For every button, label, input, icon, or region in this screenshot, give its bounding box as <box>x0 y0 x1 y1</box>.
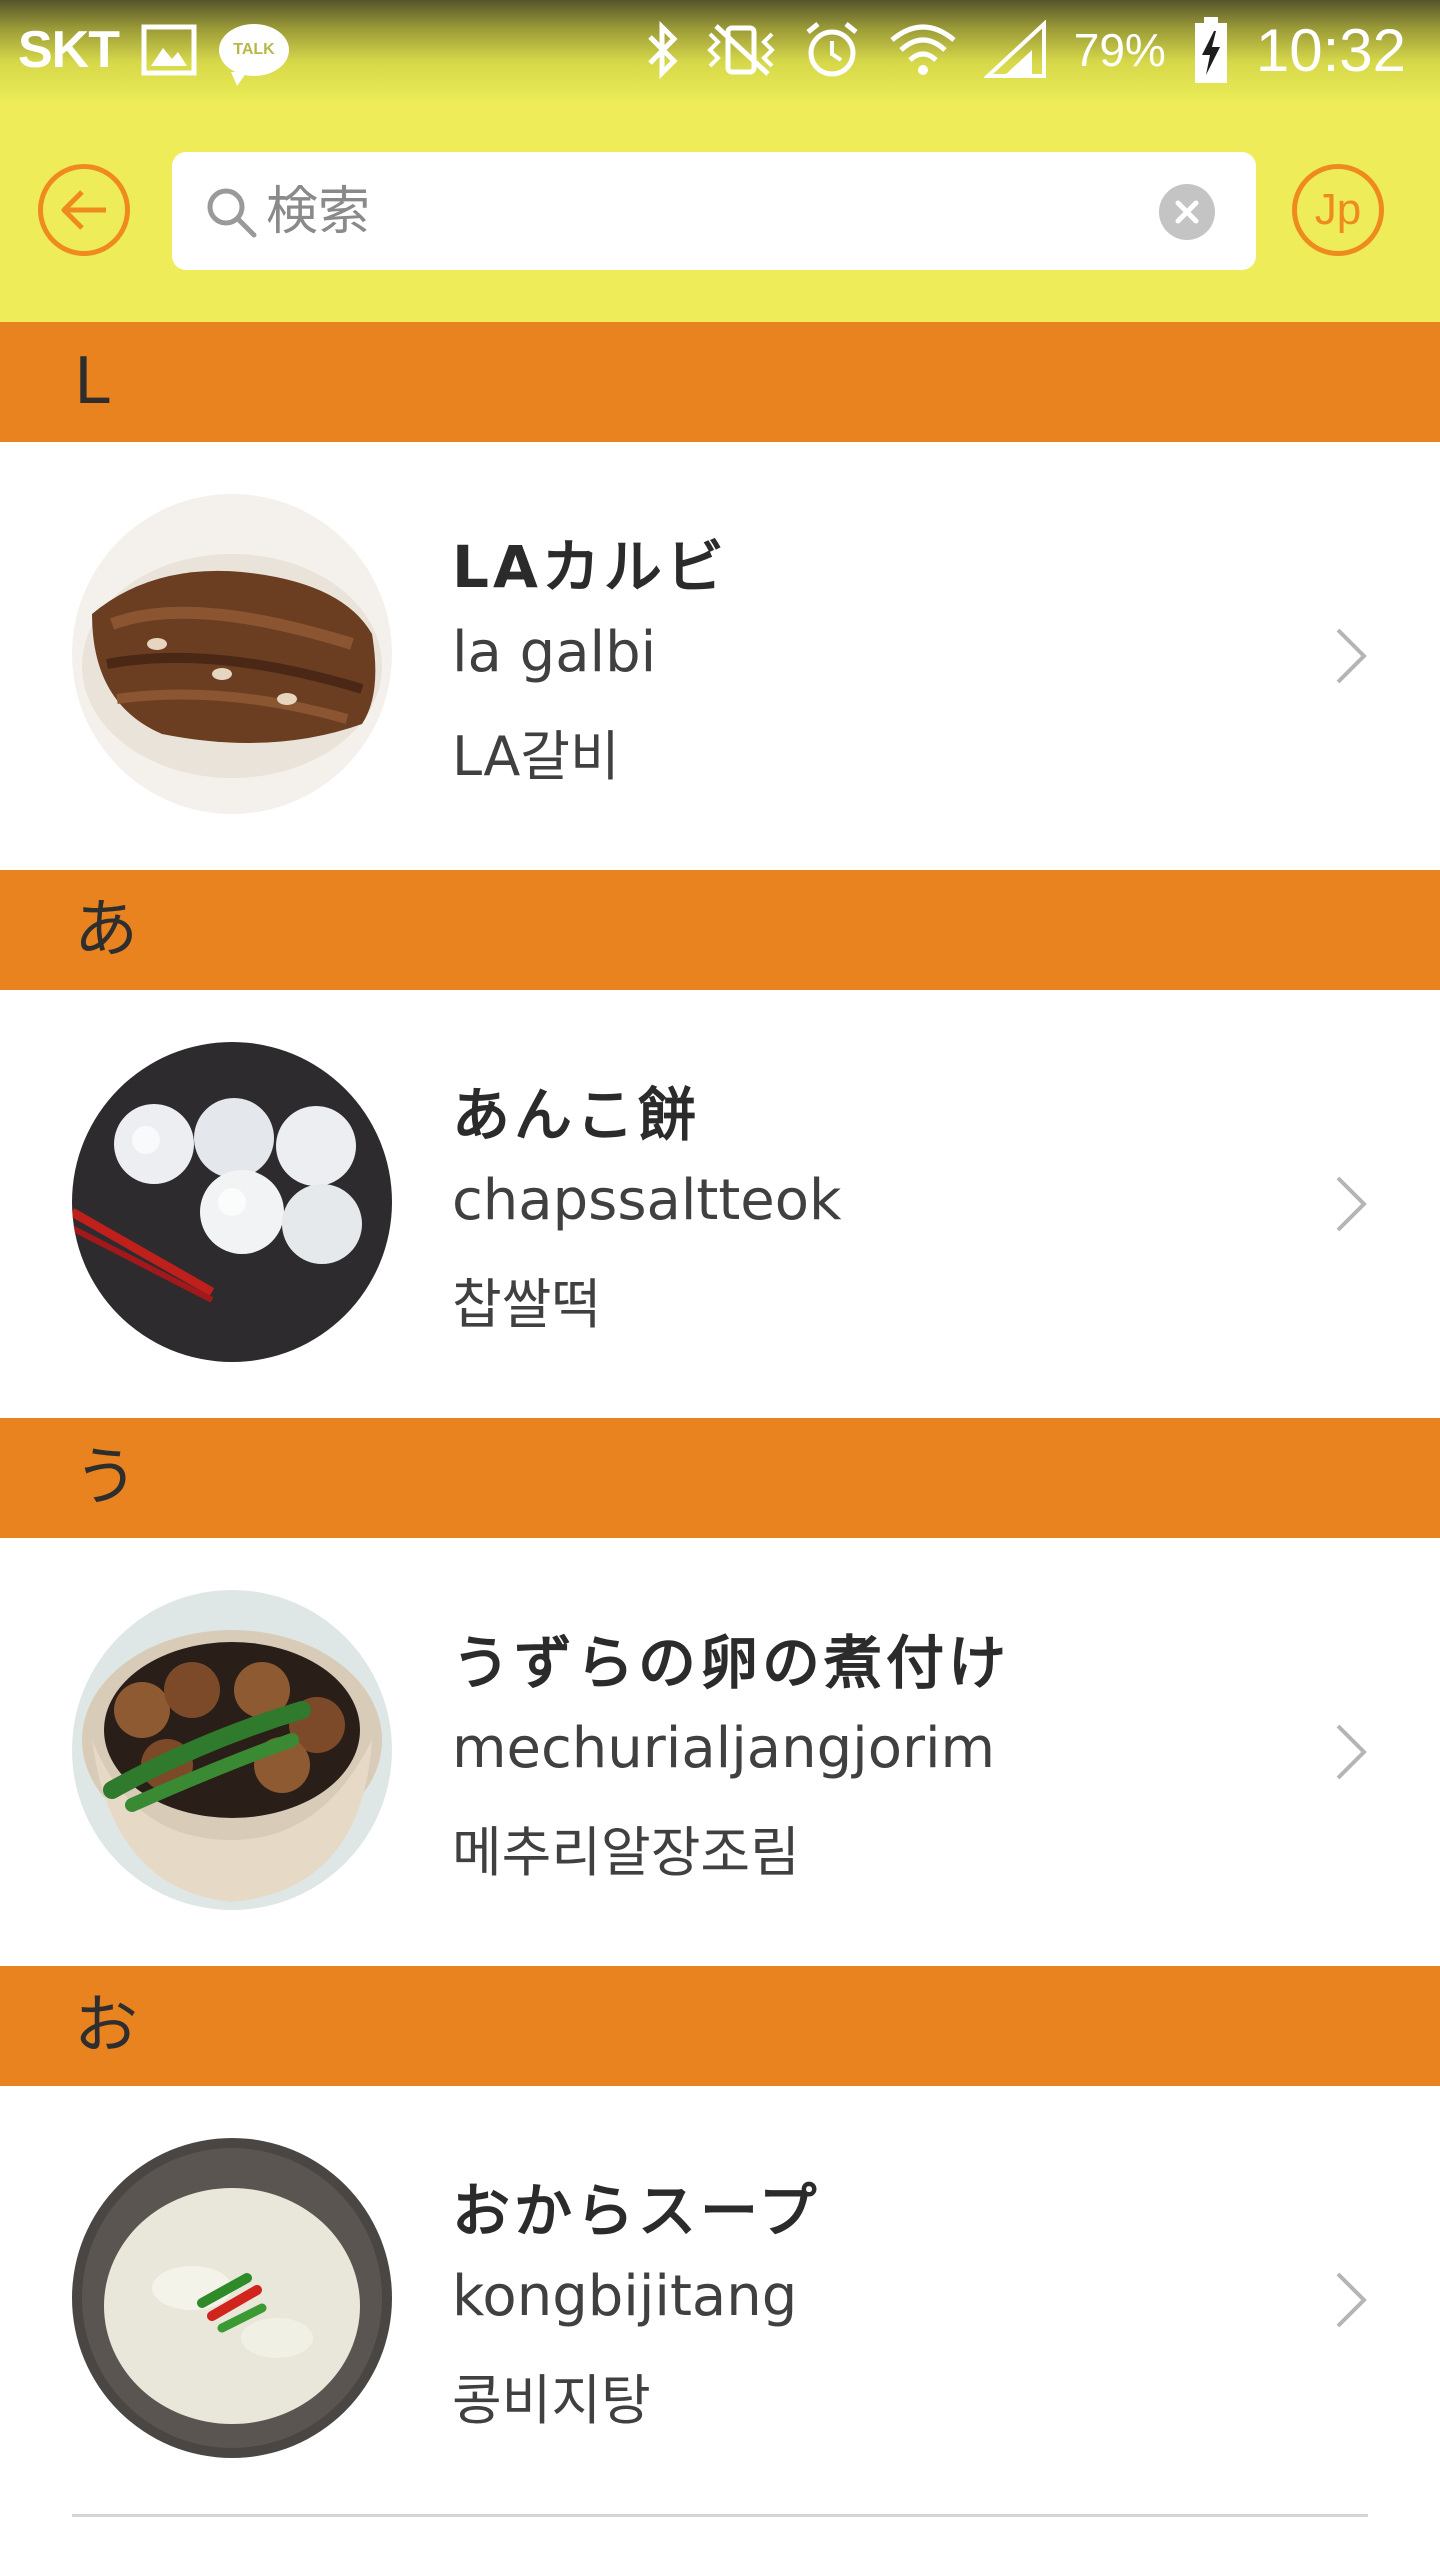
talk-icon-label: TALK <box>219 24 289 86</box>
section-header-a: あ <box>0 870 1440 990</box>
close-icon <box>1175 200 1199 224</box>
section-header-l: L <box>0 322 1440 442</box>
chevron-right-icon <box>1336 1724 1367 1780</box>
search-icon <box>207 188 257 238</box>
battery-charging-icon <box>1192 15 1230 85</box>
kongbijitang-photo <box>72 2138 392 2458</box>
wifi-icon <box>888 20 958 80</box>
chevron-right-icon <box>1336 2272 1367 2328</box>
item-romanization: kongbijitang <box>452 2264 798 2329</box>
clear-search-button[interactable] <box>1159 184 1215 240</box>
clock: 10:32 <box>1255 16 1406 84</box>
vibrate-icon <box>706 22 776 78</box>
section-letter: L <box>74 345 110 419</box>
list-item[interactable]: あんこ餅 chapssaltteok 찹쌀떡 <box>0 990 1440 1418</box>
top-bar: Jp <box>0 100 1440 322</box>
back-button[interactable] <box>38 164 130 256</box>
chapssaltteok-photo <box>72 1042 392 1362</box>
section-letter: あ <box>74 893 138 967</box>
alarm-icon <box>802 20 862 80</box>
list-item[interactable]: うずらの卵の煮付け mechurialjangjorim 메추리알장조림 <box>0 1538 1440 1966</box>
chevron-right-icon <box>1336 628 1367 684</box>
item-romanization: la galbi <box>452 620 657 685</box>
item-romanization: mechurialjangjorim <box>452 1716 996 1781</box>
search-input[interactable] <box>264 152 1128 272</box>
item-title: うずらの卵の煮付け <box>452 1629 1011 1697</box>
carrier-label: SKT <box>18 21 120 79</box>
section-letter: お <box>74 1989 138 2063</box>
item-title: LAカルビ <box>452 533 728 601</box>
item-korean: 콩비지탕 <box>452 2369 651 2432</box>
list-divider <box>72 2514 1368 2517</box>
language-label: Jp <box>1314 185 1362 234</box>
talk-icon: TALK <box>219 24 289 86</box>
status-bar: SKT TALK 79% 10:32 <box>0 0 1440 100</box>
list-item[interactable]: LAカルビ la galbi LA갈비 <box>0 442 1440 870</box>
search-box[interactable] <box>172 152 1256 272</box>
battery-percent: 79% <box>1073 24 1166 76</box>
chevron-right-icon <box>1336 1176 1367 1232</box>
section-header-u: う <box>0 1418 1440 1538</box>
bluetooth-icon <box>646 21 680 79</box>
section-header-o: お <box>0 1966 1440 2086</box>
signal-icon <box>983 20 1048 80</box>
list-item[interactable]: おからスープ kongbijitang 콩비지탕 <box>0 2086 1440 2514</box>
mechurialjangjorim-photo <box>72 1590 392 1910</box>
item-title: おからスープ <box>452 2177 821 2245</box>
section-letter: う <box>74 1441 138 1515</box>
item-korean: 찹쌀떡 <box>452 1273 602 1336</box>
back-arrow-icon <box>61 190 106 230</box>
item-korean: 메추리알장조림 <box>452 1821 800 1884</box>
language-button[interactable]: Jp <box>1292 164 1384 256</box>
item-title: あんこ餅 <box>452 1081 701 1149</box>
la-galbi-photo <box>72 494 392 814</box>
gallery-icon <box>141 24 197 76</box>
item-korean: LA갈비 <box>452 725 620 788</box>
item-romanization: chapssaltteok <box>452 1168 842 1233</box>
